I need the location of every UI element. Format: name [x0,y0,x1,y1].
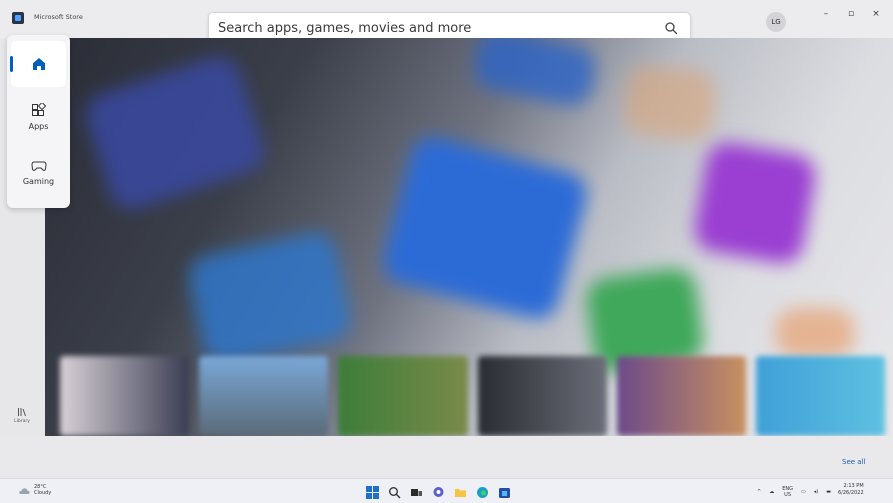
gamepad-icon [30,161,47,171]
hero-shape [378,132,592,324]
clock-date: 6/26/2022 [838,490,864,496]
clock-time: 2:13 PM [843,483,864,489]
taskbar: 28°C Cloudy ^ ☁ ENG US ▭ ◂) ▬ 2:13 PM 6/… [0,478,893,503]
hero-banner[interactable] [45,38,893,436]
close-button[interactable]: × [868,9,884,19]
title-bar: Microsoft Store LG – ▫ × [0,0,893,44]
carousel-tile[interactable] [60,356,190,436]
nav-item-apps[interactable]: Apps [11,103,66,147]
see-all-link[interactable]: See all [842,458,865,466]
edge-icon[interactable] [476,484,489,498]
nav-label-apps: Apps [28,122,49,131]
hero-shape [185,228,355,368]
hero-shape [622,64,718,142]
carousel-tile[interactable] [199,356,329,436]
library-label: Library [14,419,30,424]
content-section [0,436,893,478]
region-code: US [784,492,792,498]
home-icon [32,58,45,70]
onedrive-icon[interactable]: ☁ [769,489,774,495]
search-taskbar-icon[interactable] [388,484,401,499]
carousel-tile[interactable] [338,356,468,436]
hero-shape [80,51,270,215]
network-icon[interactable]: ▭ [801,489,806,495]
nav-item-library[interactable]: Library [10,407,34,424]
nav-label-gaming: Gaming [22,177,55,186]
file-explorer-icon[interactable] [454,484,467,497]
nav-item-home[interactable] [10,41,66,87]
maximize-button[interactable]: ▫ [843,9,859,19]
cloud-icon [19,487,30,494]
chat-icon[interactable] [432,484,445,497]
task-view-icon[interactable] [410,484,423,497]
weather-widget[interactable]: 28°C Cloudy [18,484,51,496]
battery-icon[interactable]: ▬ [826,489,831,495]
selected-indicator [10,56,13,72]
apps-icon [32,103,46,116]
library-icon [18,408,26,417]
hero-shape [470,38,600,110]
user-initials: LG [771,18,781,26]
language-indicator[interactable]: ENG US [782,486,793,498]
hero-shape [775,308,855,358]
volume-icon[interactable]: ◂) [814,489,818,495]
carousel-tile[interactable] [477,356,607,436]
search-input[interactable] [218,20,648,36]
window-title: Microsoft Store [34,13,83,21]
carousel-tile[interactable] [616,356,746,436]
chevron-up-icon[interactable]: ^ [757,489,761,495]
system-tray: ^ ☁ ENG US ▭ ◂) ▬ [757,486,831,498]
clock[interactable]: 2:13 PM 6/26/2022 [838,483,864,497]
weather-desc: Cloudy [34,490,52,496]
store-app-icon [12,12,24,24]
store-taskbar-icon[interactable] [498,484,511,498]
hero-shape [691,139,819,267]
user-avatar[interactable]: LG [766,12,786,32]
taskbar-apps [366,484,511,499]
carousel-tile[interactable] [755,356,886,436]
start-icon[interactable] [366,484,379,499]
nav-panel: Apps Gaming [7,35,70,208]
featured-carousel [60,356,886,436]
minimize-button[interactable]: – [818,9,834,19]
search-icon[interactable] [664,21,678,35]
nav-item-gaming[interactable]: Gaming [11,159,66,203]
